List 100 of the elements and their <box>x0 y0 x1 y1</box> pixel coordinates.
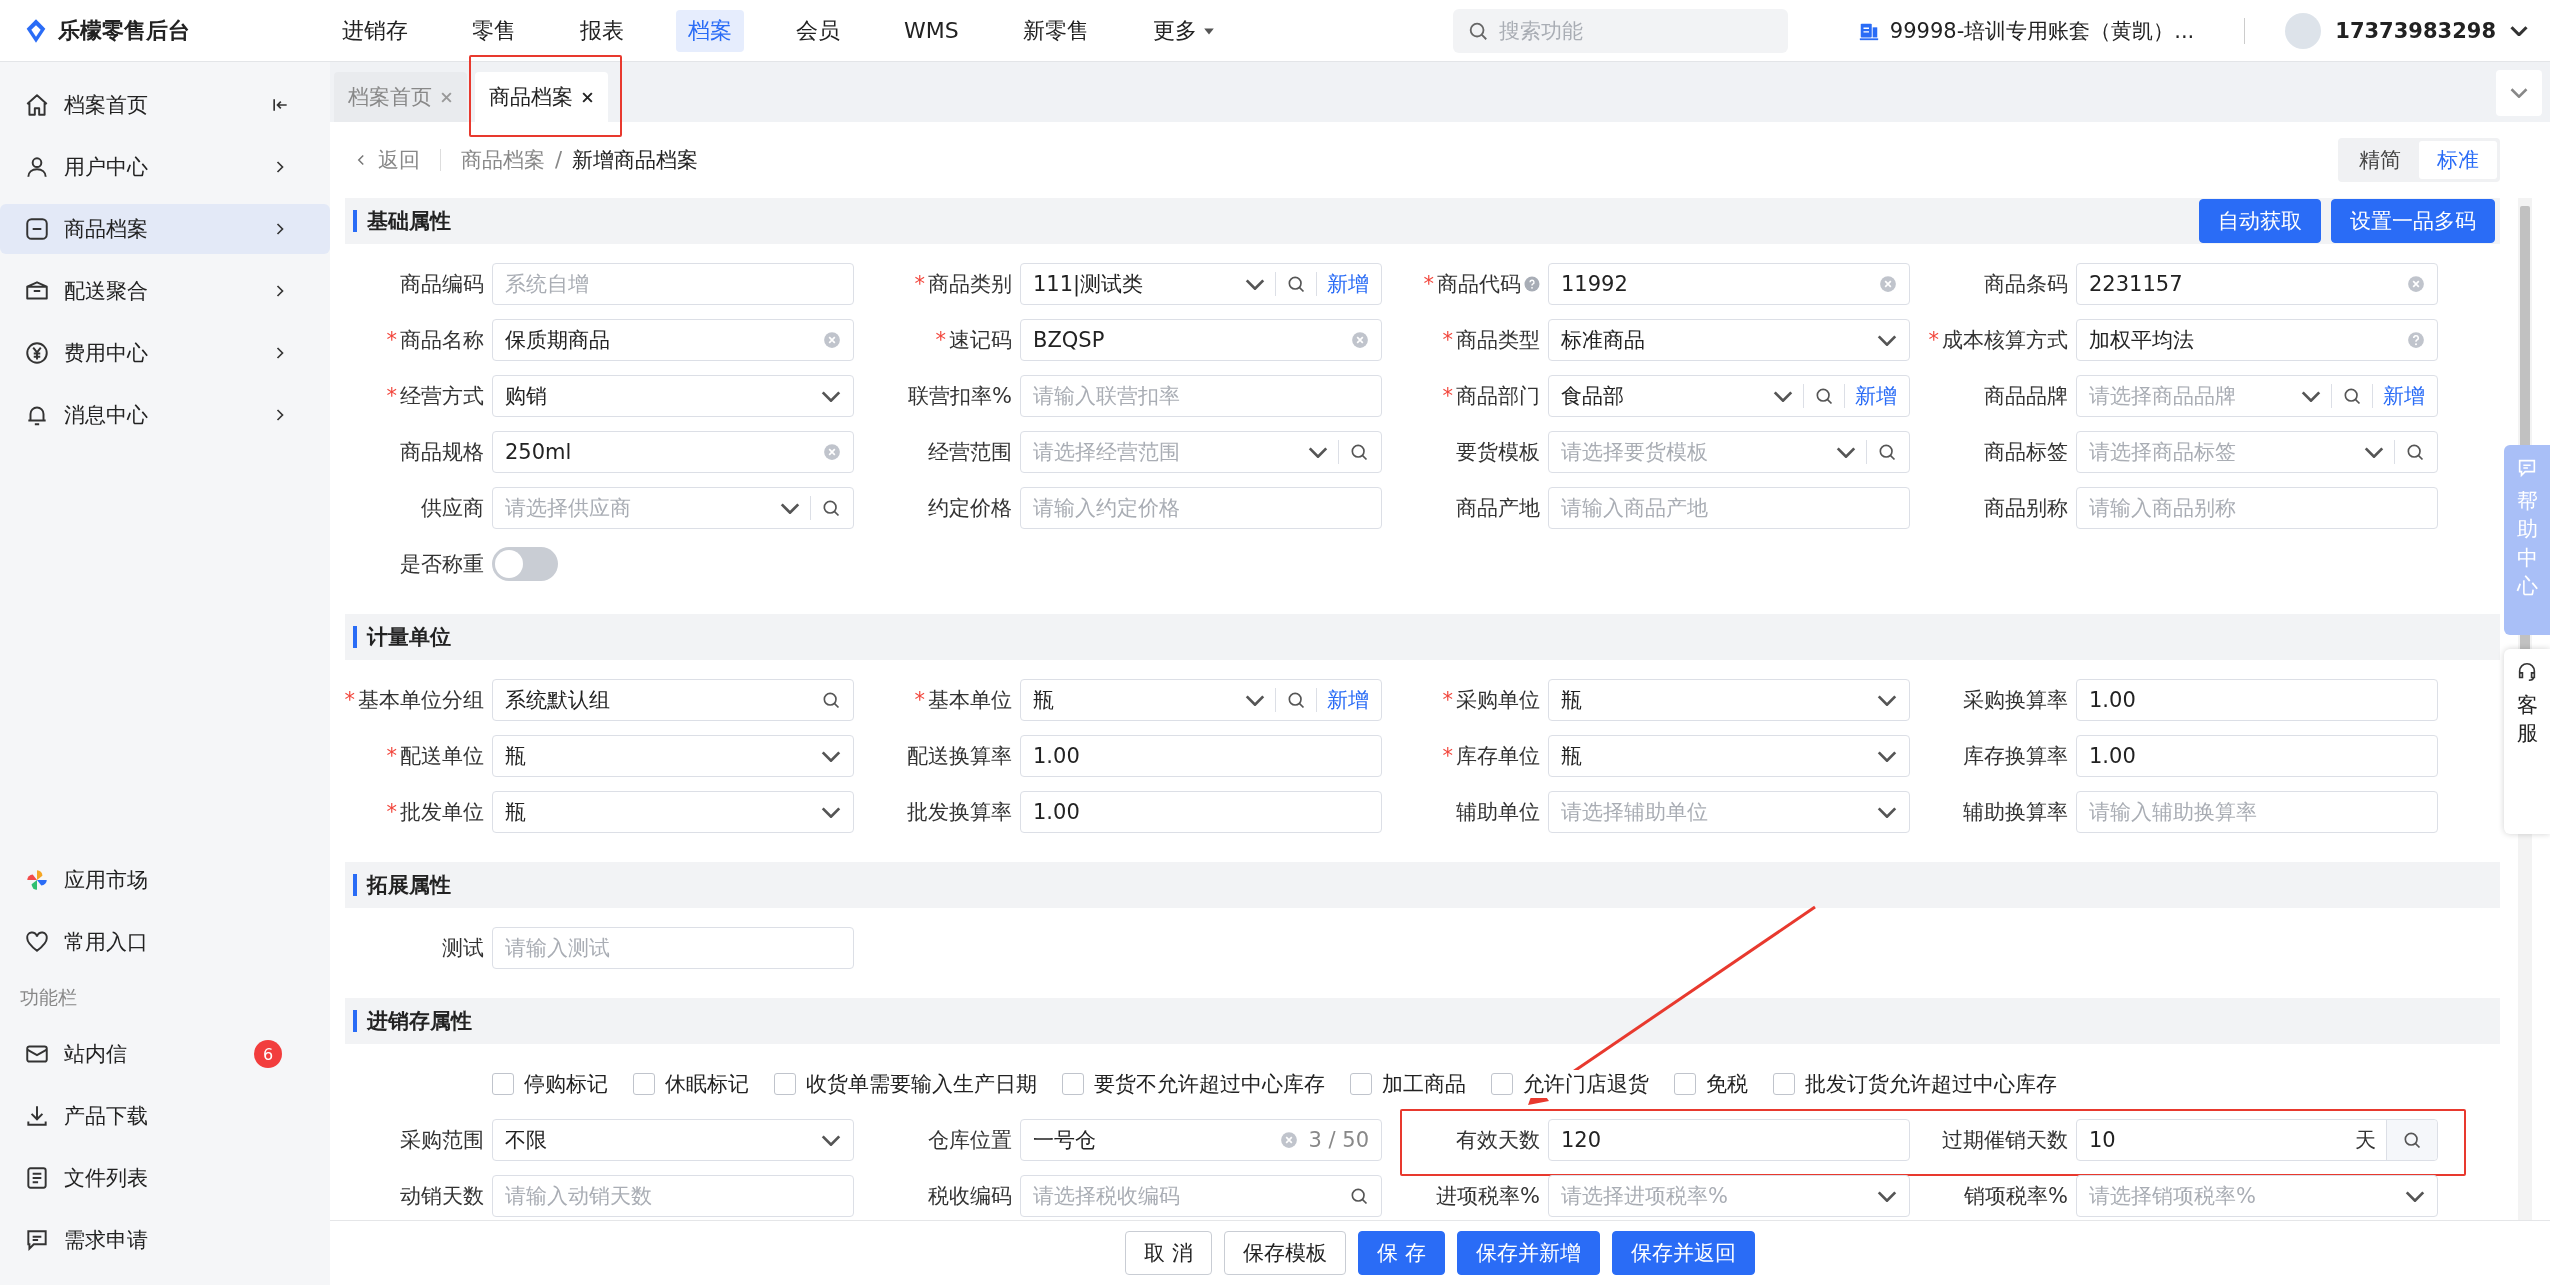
header-button[interactable]: 设置一品多码 <box>2331 199 2495 243</box>
select-field[interactable]: 购销 <box>492 375 854 417</box>
close-icon[interactable] <box>581 90 594 104</box>
clear-icon[interactable] <box>1879 275 1897 293</box>
input-field[interactable]: 1.00 <box>1020 791 1382 833</box>
view-mode-tab[interactable]: 精简 <box>2341 141 2419 179</box>
tab-menu-button[interactable] <box>2496 70 2542 116</box>
checkbox[interactable] <box>774 1073 796 1095</box>
checkbox[interactable] <box>492 1073 514 1095</box>
input-field[interactable]: 保质期商品 <box>492 319 854 361</box>
primary-button[interactable]: 保存并新增 <box>1456 1231 1600 1275</box>
sidebar-item[interactable]: 费用中心 <box>0 328 330 378</box>
search-button[interactable] <box>2386 1120 2437 1160</box>
sidebar-item[interactable]: 常用入口 <box>0 917 330 967</box>
add-link[interactable]: 新增 <box>1327 270 1369 298</box>
search-icon[interactable] <box>821 498 841 518</box>
view-mode-tab[interactable]: 标准 <box>2419 141 2497 179</box>
secondary-button[interactable]: 保存模板 <box>1224 1231 1346 1275</box>
clear-icon[interactable] <box>823 331 841 349</box>
checkbox-label[interactable]: 批发订货允许超过中心库存 <box>1805 1070 2057 1098</box>
sidebar-item[interactable]: 消息中心 <box>0 390 330 440</box>
input-field[interactable]: 一号仓 3 / 50 <box>1020 1119 1382 1161</box>
checkbox[interactable] <box>1674 1073 1696 1095</box>
help-icon[interactable] <box>1524 276 1540 292</box>
select-field[interactable]: 111|测试类 新增 <box>1020 263 1382 305</box>
search-icon[interactable] <box>1286 690 1306 710</box>
back-link[interactable]: 返回 <box>352 146 420 174</box>
add-link[interactable]: 新增 <box>1855 382 1897 410</box>
secondary-button[interactable]: 取 消 <box>1125 1231 1212 1275</box>
clear-icon[interactable] <box>2407 275 2425 293</box>
checkbox-label[interactable]: 收货单需要输入生产日期 <box>806 1070 1037 1098</box>
input-field[interactable]: 系统默认组 <box>492 679 854 721</box>
search-icon[interactable] <box>1349 442 1369 462</box>
select-field[interactable]: 瓶 新增 <box>1020 679 1382 721</box>
input-field[interactable]: 1.00 <box>2076 735 2438 777</box>
help-icon[interactable] <box>2407 331 2425 349</box>
input-field[interactable]: 11992 <box>1548 263 1910 305</box>
user-name[interactable]: 17373983298 <box>2335 18 2496 43</box>
primary-button[interactable]: 保 存 <box>1358 1231 1445 1275</box>
checkbox-label[interactable]: 加工商品 <box>1382 1070 1466 1098</box>
sidebar-item[interactable]: 文件列表 <box>0 1153 330 1203</box>
add-link[interactable]: 新增 <box>1327 686 1369 714</box>
sidebar-item[interactable]: 应用市场 <box>0 855 330 905</box>
breadcrumb-item[interactable]: 商品档案 <box>461 146 545 174</box>
select-field[interactable]: 瓶 <box>492 791 854 833</box>
checkbox-label[interactable]: 休眠标记 <box>665 1070 749 1098</box>
search-icon[interactable] <box>1286 274 1306 294</box>
nav-item[interactable]: 零售 <box>460 9 528 52</box>
search-icon[interactable] <box>821 690 841 710</box>
input-field[interactable]: 2231157 <box>2076 263 2438 305</box>
search-icon[interactable] <box>1349 1186 1369 1206</box>
select-field[interactable]: 瓶 <box>1548 679 1910 721</box>
primary-button[interactable]: 保存并返回 <box>1611 1231 1755 1275</box>
checkbox-label[interactable]: 要货不允许超过中心库存 <box>1094 1070 1325 1098</box>
clear-icon[interactable] <box>823 443 841 461</box>
select-field[interactable]: 瓶 <box>492 735 854 777</box>
nav-item[interactable]: 报表 <box>568 9 636 52</box>
input-field[interactable]: 1.00 <box>2076 679 2438 721</box>
nav-item[interactable]: WMS <box>892 12 971 49</box>
sidebar-item[interactable]: 商品档案 <box>0 204 330 254</box>
input-field[interactable]: BZQSP <box>1020 319 1382 361</box>
page-tab[interactable]: 商品档案 <box>475 72 608 122</box>
customer-service-tab[interactable]: 客服 <box>2504 649 2550 834</box>
select-field[interactable]: 瓶 <box>1548 735 1910 777</box>
nav-item[interactable]: 档案 <box>676 9 744 52</box>
checkbox[interactable] <box>1773 1073 1795 1095</box>
checkbox-label[interactable]: 免税 <box>1706 1070 1748 1098</box>
checkbox[interactable] <box>1491 1073 1513 1095</box>
select-field[interactable]: 标准商品 <box>1548 319 1910 361</box>
nav-item[interactable]: 更多 <box>1140 9 1227 52</box>
sidebar-item[interactable]: 档案首页 <box>0 80 330 130</box>
input-field[interactable]: 10 天 <box>2076 1119 2438 1161</box>
search-icon[interactable] <box>1814 386 1834 406</box>
input-field[interactable]: 1.00 <box>1020 735 1382 777</box>
nav-item[interactable]: 进销存 <box>330 9 420 52</box>
avatar[interactable] <box>2285 12 2322 49</box>
nav-item[interactable]: 会员 <box>784 9 852 52</box>
search-icon[interactable] <box>2405 442 2425 462</box>
search-icon[interactable] <box>2342 386 2362 406</box>
clear-icon[interactable] <box>1351 331 1369 349</box>
sidebar-item[interactable]: 用户中心 <box>0 142 330 192</box>
select-field[interactable]: 不限 <box>492 1119 854 1161</box>
header-button[interactable]: 自动获取 <box>2199 199 2321 243</box>
checkbox[interactable] <box>1350 1073 1372 1095</box>
input-field[interactable]: 加权平均法 <box>2076 319 2438 361</box>
nav-item[interactable]: 新零售 <box>1010 9 1101 52</box>
checkbox[interactable] <box>1062 1073 1084 1095</box>
add-link[interactable]: 新增 <box>2383 382 2425 410</box>
search-icon[interactable] <box>1877 442 1897 462</box>
select-field[interactable]: 请选择商品品牌 新增 <box>2076 375 2438 417</box>
account-name[interactable]: 99998-培训专用账套（黄凯）... <box>1889 16 2195 45</box>
checkbox[interactable] <box>633 1073 655 1095</box>
input-field[interactable]: 120 <box>1548 1119 1910 1161</box>
clear-icon[interactable] <box>1280 1131 1299 1149</box>
checkbox-label[interactable]: 停购标记 <box>524 1070 608 1098</box>
sidebar-item[interactable]: 产品下载 <box>0 1091 330 1141</box>
sidebar-item[interactable]: 站内信 6 <box>0 1029 330 1079</box>
select-field[interactable]: 食品部 新增 <box>1548 375 1910 417</box>
sidebar-item[interactable]: 配送聚合 <box>0 266 330 316</box>
toggle-switch[interactable] <box>492 547 558 581</box>
